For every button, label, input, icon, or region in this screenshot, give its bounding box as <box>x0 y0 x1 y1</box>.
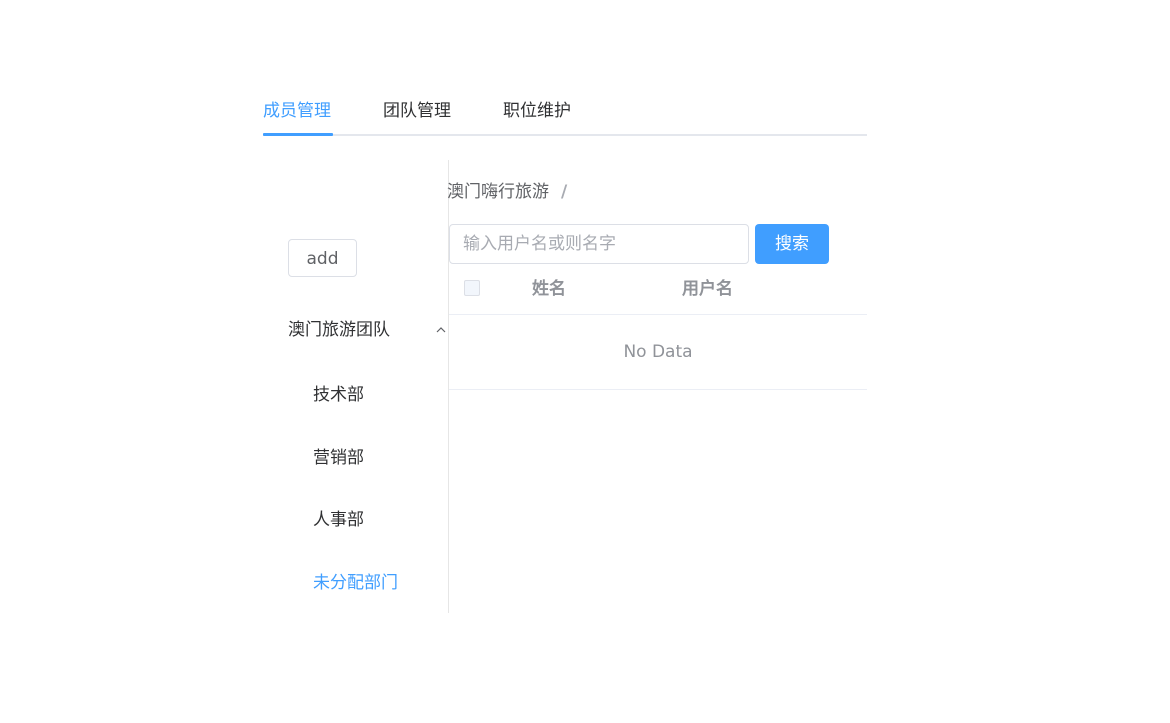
app-page: 成员管理 团队管理 职位维护 add 澳门旅游团队 技术部 营销部 人事部 未分… <box>0 0 1170 723</box>
tab-bar: 成员管理 团队管理 职位维护 <box>263 96 867 136</box>
team-group-label: 澳门旅游团队 <box>288 320 390 340</box>
active-tab-indicator <box>263 133 333 136</box>
sidebar-item-unassigned[interactable]: 未分配部门 <box>313 568 398 598</box>
sidebar-item-marketing[interactable]: 营销部 <box>313 443 364 473</box>
breadcrumb-separator: / <box>561 182 568 202</box>
breadcrumb: 澳门嗨行旅游 / <box>447 178 567 206</box>
search-button[interactable]: 搜索 <box>755 224 829 264</box>
add-button[interactable]: add <box>288 239 357 277</box>
table-empty-text: No Data <box>449 315 867 390</box>
sidebar-item-tech[interactable]: 技术部 <box>313 380 364 410</box>
breadcrumb-item[interactable]: 澳门嗨行旅游 <box>447 182 549 202</box>
sidebar-item-hr[interactable]: 人事部 <box>313 505 364 535</box>
search-input[interactable] <box>449 224 749 264</box>
tab-bar-divider <box>263 134 867 136</box>
tab-team-management[interactable]: 团队管理 <box>383 96 451 134</box>
column-header-name: 姓名 <box>532 279 566 299</box>
chevron-up-icon <box>436 327 446 333</box>
tab-position-maintenance[interactable]: 职位维护 <box>503 96 571 134</box>
team-group-toggle[interactable]: 澳门旅游团队 <box>288 315 446 345</box>
member-table: 姓名 用户名 No Data <box>449 266 867 390</box>
select-all-checkbox[interactable] <box>464 280 480 296</box>
department-sidebar: add 澳门旅游团队 技术部 营销部 人事部 未分配部门 <box>263 160 449 613</box>
table-header: 姓名 用户名 <box>449 266 867 315</box>
tab-member-management[interactable]: 成员管理 <box>263 96 331 134</box>
column-header-username: 用户名 <box>682 279 733 299</box>
